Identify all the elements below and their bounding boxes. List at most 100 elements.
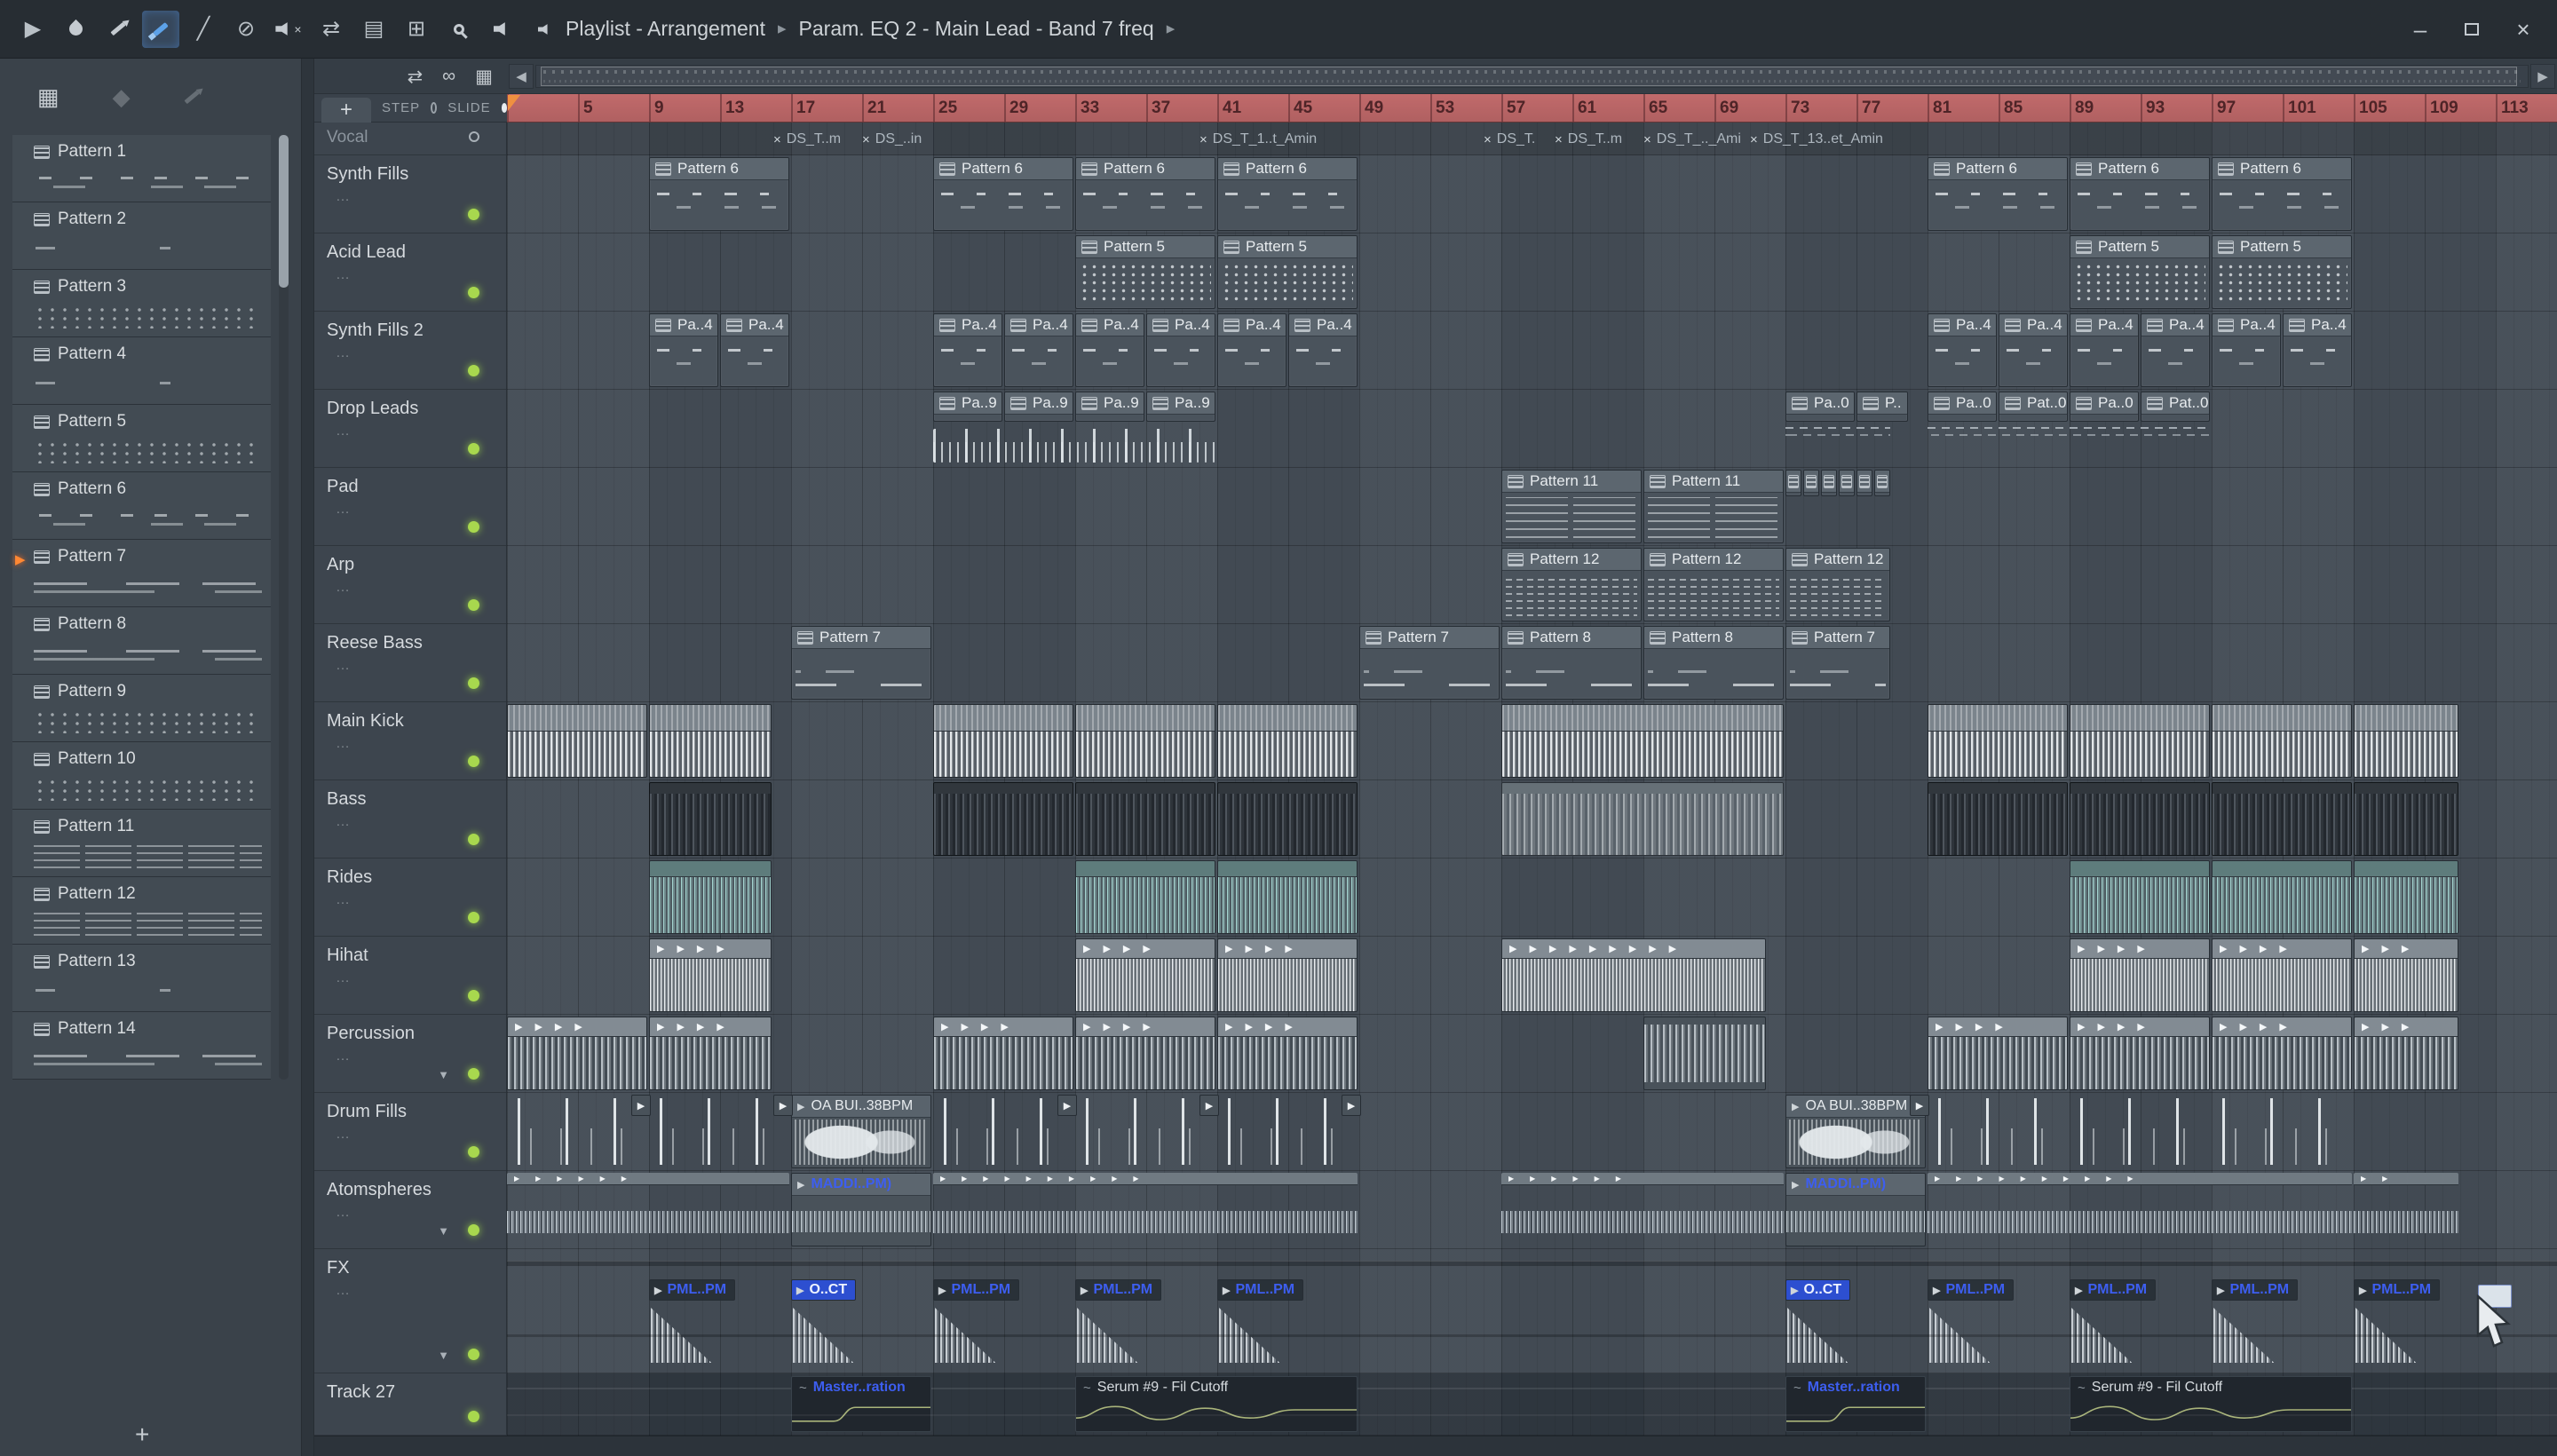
pattern-item-3[interactable]: Pattern 3 [12,270,271,337]
lane-pad[interactable]: Pattern 11 Pattern 11 [507,468,2557,546]
clip-pml-pm[interactable]: ▶ PML..PM [1928,1279,2032,1368]
vocal-marker[interactable]: × DS_T_.._Ami [1643,129,1741,150]
clip-pa-9[interactable]: Pa..9 [1146,392,1215,422]
track-led[interactable] [468,365,479,376]
track-header-rides[interactable]: Rides… [314,859,506,937]
track-led[interactable] [468,443,479,455]
pattern-item-8[interactable]: Pattern 8 [12,607,271,675]
clip-pattern-5[interactable]: Pattern 5 [2212,235,2352,309]
ride-clip[interactable] [1217,860,1358,934]
perc-clip[interactable]: ▶▶▶▶ [933,1017,1073,1090]
tickrow-clip[interactable] [933,429,1215,463]
ride-clip[interactable] [1075,860,1215,934]
track-led[interactable] [468,756,479,767]
clip-pml-pm[interactable]: ▶ PML..PM [2070,1279,2174,1368]
track-led[interactable] [468,287,479,298]
tiny-clip[interactable] [1785,470,1801,496]
play-icon[interactable]: ▶ [14,11,51,48]
clip-pa-4[interactable]: Pa..4 [2283,313,2352,387]
clip-pa-4[interactable]: Pa..4 [1217,313,1286,387]
lane-synth-fills-2[interactable]: Pa..4 Pa..4 Pa..4 Pa..4 Pa..4 Pa..4 Pa..4 Pa..4… [507,312,2557,390]
track-header-track-27[interactable]: Track 27 [314,1373,506,1436]
close-button[interactable]: × [2511,17,2536,42]
clip-o-ct[interactable]: ▶ O..CT [1785,1279,1890,1368]
clip-pa-9[interactable]: Pa..9 [933,392,1002,422]
marker-close-icon[interactable]: × [862,132,870,147]
picker-automation-icon[interactable] [184,90,200,104]
preview-speaker-icon[interactable] [483,11,520,48]
perc-clip[interactable]: ▶▶▶▶ [2212,1017,2352,1090]
tiny-clip[interactable] [1839,470,1855,496]
lane-rides[interactable] [507,859,2557,937]
clip-pml-pm[interactable]: ▶ PML..PM [649,1279,754,1368]
track-header-arp[interactable]: Arp… [314,546,506,624]
collapse-arrow-icon[interactable]: ▼ [438,1224,449,1238]
slip-tool-icon[interactable]: ╱ [185,11,222,48]
fill-clip[interactable] [2212,1095,2352,1168]
pattern-item-1[interactable]: Pattern 1 [12,135,271,202]
clip-pattern-7[interactable]: Pattern 7 [791,626,931,700]
track-led[interactable] [468,599,479,611]
picker-patterns-icon[interactable]: ▦ [37,83,59,111]
clip-pa-0[interactable]: Pa..0 [2070,392,2139,422]
pattern-item-11[interactable]: Pattern 11 [12,810,271,877]
bass-clip[interactable] [1928,782,2068,856]
pattern-list-scrollbar[interactable] [279,135,289,1080]
kick-clip[interactable] [2354,704,2458,778]
lane-percussion[interactable]: ▶▶▶▶ ▶▶▶▶ ▶▶▶▶ ▶▶▶▶ ▶▶▶▶ ▶▶▶▶ ▶▶▶▶ ▶▶▶▶ ▶▶▶ [507,1015,2557,1093]
bass-clip[interactable] [1217,782,1358,856]
pattern-item-4[interactable]: Pattern 4 [12,337,271,405]
playhead-marker[interactable] [508,95,520,111]
kick-clip[interactable] [1928,704,2068,778]
clip-pa-4[interactable]: Pa..4 [1288,313,1358,387]
fl-logo-icon[interactable] [57,11,94,48]
marker-close-icon[interactable]: × [1199,132,1207,147]
scrollbar-handle[interactable] [279,135,289,288]
scroll-right-button[interactable]: ▶ [2530,64,2555,89]
clip-master-ration[interactable]: ~ Master..ration [1785,1376,1926,1432]
vocal-marker[interactable]: × DS_T_13..et_Amin [1750,129,1883,150]
picker-audio-icon[interactable]: ◆ [113,83,131,111]
kick-clip[interactable] [1217,704,1358,778]
fill-clip[interactable] [1217,1095,1358,1168]
hat-clip[interactable]: ▶▶▶▶ [649,938,772,1012]
track-led[interactable] [468,834,479,845]
link-clips-icon[interactable]: ∞ [442,66,455,87]
pattern-item-10[interactable]: Pattern 10 [12,742,271,810]
track-header-synth-fills[interactable]: Synth Fills… [314,155,506,233]
lane-hihat[interactable]: ▶▶▶▶ ▶▶▶▶ ▶▶▶▶ ▶▶▶▶▶▶▶▶▶ ▶▶▶▶ ▶▶▶▶ ▶▶▶ [507,937,2557,1015]
grid-snap-icon[interactable]: ▦ [475,66,493,88]
clip-pa-4[interactable]: Pa..4 [2070,313,2139,387]
clip-pml-pm[interactable]: ▶ PML..PM [1217,1279,1322,1368]
clip-pattern-11[interactable]: Pattern 11 [1643,470,1784,543]
atmo-clip[interactable]: ▶▶▶▶▶▶ [1501,1173,1784,1246]
magnifier-icon[interactable] [440,11,478,48]
clip-pa-4[interactable]: Pa..4 [2212,313,2281,387]
track-led[interactable] [468,1349,479,1360]
perc-clip[interactable]: ▶▶▶▶ [2070,1017,2210,1090]
maximize-button[interactable] [2459,17,2484,42]
track-header-acid-lead[interactable]: Acid Lead… [314,233,506,312]
dashrow-clip[interactable] [1928,425,2210,439]
clip-pat-0[interactable]: Pat..0 [1999,392,2068,422]
ride-clip[interactable] [649,860,772,934]
lane-track-27[interactable]: ~ Master..ration ~ Serum #9 - Fil Cutoff ~ Ma… [507,1373,2557,1436]
perc-clip[interactable]: ▶▶▶ [2354,1017,2458,1090]
clip-pa-4[interactable]: Pa..4 [649,313,718,387]
clip-pattern-12[interactable]: Pattern 12 [1643,548,1784,621]
marker-close-icon[interactable]: × [1484,132,1492,147]
clip-pattern-6[interactable]: Pattern 6 [933,157,1073,231]
arrangement-grid[interactable]: × DS_T..m × DS_..in × DS_T_1..t_Amin × DS_T. × DS… [507,123,2557,1436]
clip-pml-pm[interactable]: ▶ PML..PM [933,1279,1038,1368]
track-led[interactable] [468,677,479,689]
hatlong-clip[interactable]: ▶▶▶▶▶▶▶▶▶ [1501,938,1766,1012]
scroll-left-button[interactable]: ◀ [509,64,534,89]
bass-clip[interactable] [933,782,1073,856]
kick-clip[interactable] [2212,704,2352,778]
swap-channels-icon[interactable]: ⇄ [313,11,350,48]
miniarrow-clip[interactable]: ▶ [1342,1095,1361,1116]
clip-pattern-8[interactable]: Pattern 8 [1643,626,1784,700]
kick-clip[interactable] [933,704,1073,778]
miniarrow-clip[interactable]: ▶ [631,1095,651,1116]
clip-pattern-6[interactable]: Pattern 6 [1928,157,2068,231]
